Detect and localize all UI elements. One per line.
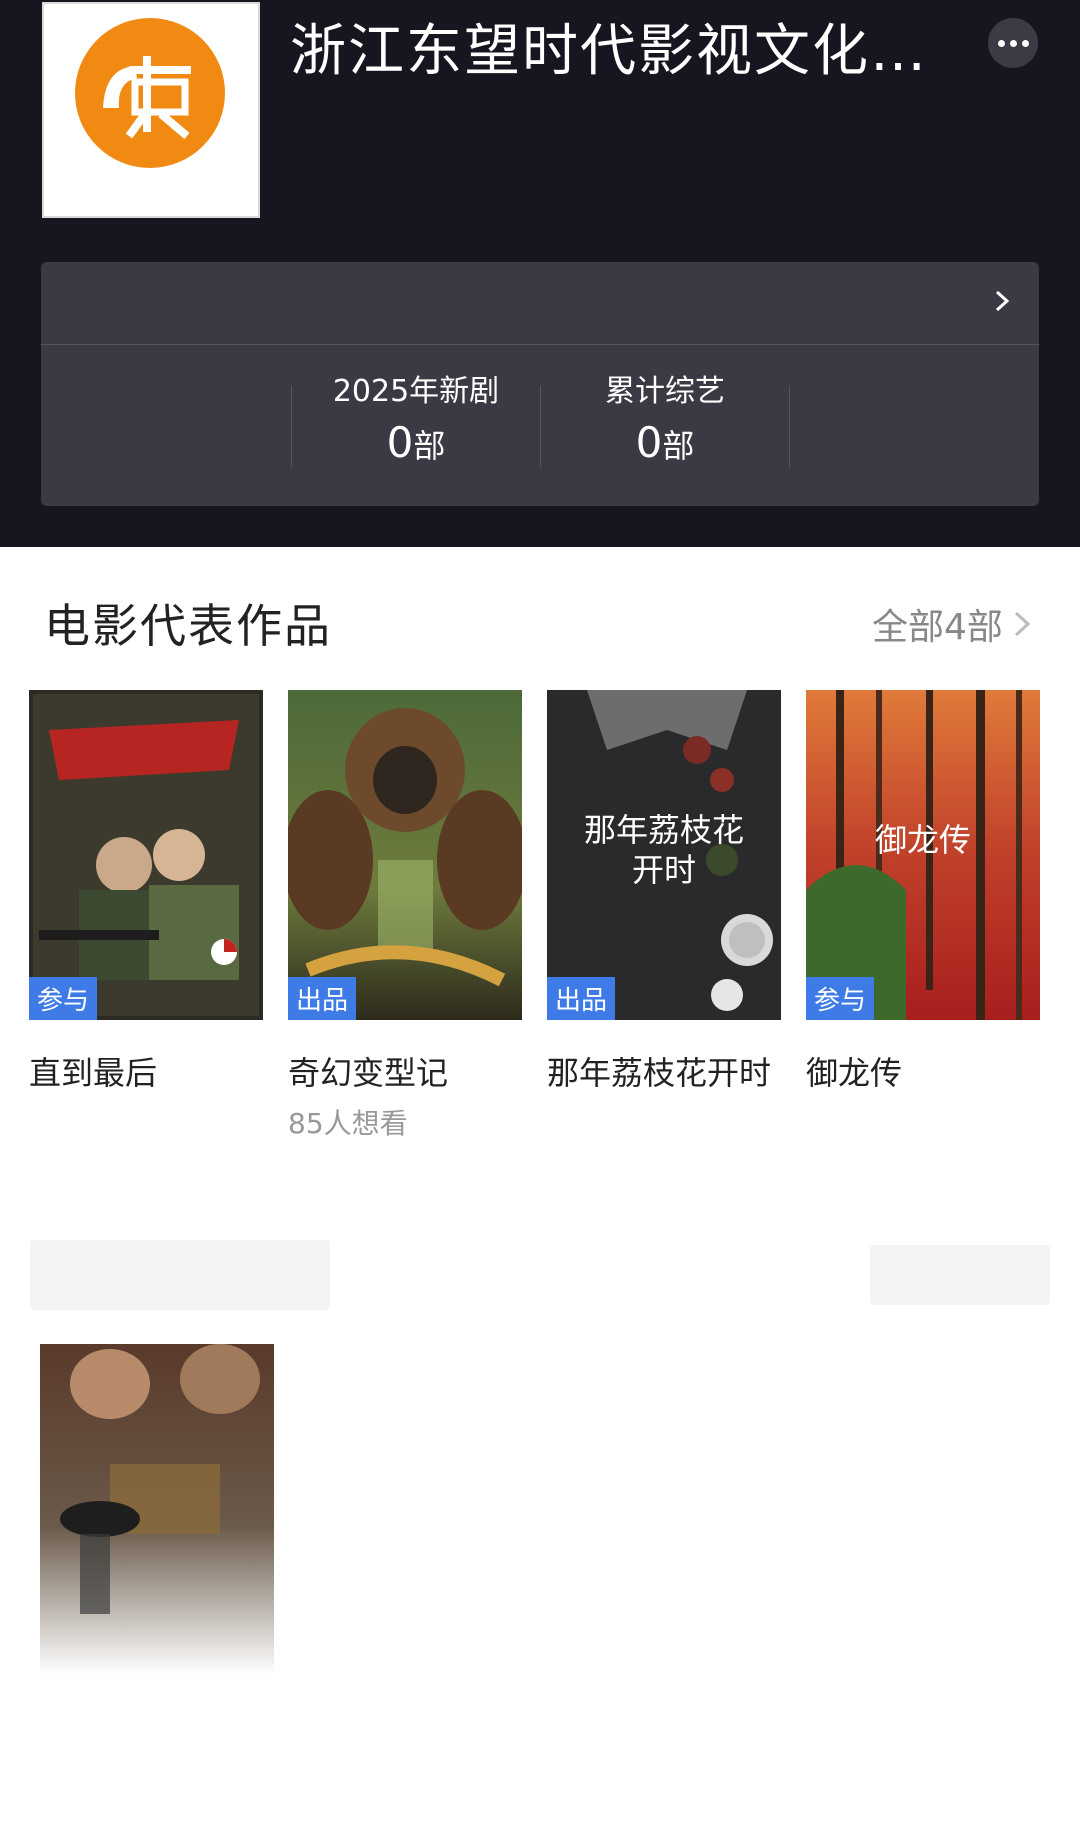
stat-new-dramas[interactable]: 2025年新剧 0部 bbox=[291, 366, 541, 467]
poster-title: 那年荔枝花 开时 bbox=[583, 811, 744, 889]
more-dots-icon[interactable] bbox=[988, 18, 1038, 68]
film-card[interactable]: 御龙传 参与 御龙传 bbox=[806, 690, 1040, 1094]
poster-image bbox=[40, 1344, 274, 1674]
film-title: 那年荔枝花开时 bbox=[547, 1054, 772, 1092]
film-card[interactable]: 参与 直到最后 bbox=[29, 690, 263, 1094]
stat-label: 2025年新剧 bbox=[332, 374, 500, 409]
stats-panel: 2025年新剧 0部 累计综艺 0部 bbox=[41, 262, 1039, 506]
stats-row: 2025年新剧 0部 累计综艺 0部 bbox=[41, 346, 1039, 506]
role-badge: 参与 bbox=[806, 977, 875, 1020]
section-title: 电影代表作品 bbox=[44, 599, 332, 653]
panel-summary-row[interactable] bbox=[41, 262, 1039, 345]
film-poster[interactable]: 那年荔枝花 开时 出品 bbox=[547, 690, 781, 1020]
stat-value: 0部 bbox=[291, 418, 541, 467]
stat-label: 累计综艺 bbox=[605, 374, 725, 409]
poster-image bbox=[29, 690, 263, 1020]
chevron-right-icon bbox=[995, 290, 1010, 312]
film-poster[interactable]: 御龙传 参与 bbox=[806, 690, 1040, 1020]
orange-circle-logo-icon bbox=[75, 18, 225, 168]
skeleton-block bbox=[30, 1240, 330, 1310]
stat-unit: 部 bbox=[662, 427, 695, 465]
company-name: 浙江东望时代影视文化有... bbox=[290, 19, 960, 84]
film-title: 奇幻变型记 bbox=[288, 1054, 449, 1092]
film-card[interactable]: 出品 奇幻变型记 85人想看 bbox=[288, 690, 522, 1142]
stat-number: 0 bbox=[386, 418, 414, 467]
film-title: 直到最后 bbox=[29, 1054, 158, 1092]
stat-number: 0 bbox=[635, 418, 663, 467]
film-poster[interactable]: 参与 bbox=[29, 690, 263, 1020]
stat-divider bbox=[789, 386, 790, 468]
role-badge: 参与 bbox=[29, 977, 98, 1020]
film-card[interactable]: 那年荔枝花 开时 出品 那年荔枝花开时 bbox=[547, 690, 781, 1094]
poster-title: 御龙传 bbox=[874, 821, 971, 859]
role-badge: 出品 bbox=[547, 977, 616, 1020]
film-title: 御龙传 bbox=[806, 1054, 903, 1092]
all-films-link[interactable]: 全部4部 bbox=[872, 598, 1037, 650]
stat-value: 0部 bbox=[540, 418, 790, 467]
poster-image bbox=[288, 690, 522, 1020]
skeleton-block bbox=[870, 1245, 1050, 1305]
film-poster[interactable]: 出品 bbox=[288, 690, 522, 1020]
company-logo bbox=[42, 2, 260, 218]
chevron-right-icon bbox=[1014, 611, 1031, 637]
all-films-label: 全部4部 bbox=[872, 607, 1003, 648]
stat-unit: 部 bbox=[413, 427, 446, 465]
film-want-count: 85人想看 bbox=[288, 1107, 408, 1140]
company-header: 浙江东望时代影视文化有... 2025年新剧 0部 累计综艺 0部 bbox=[0, 0, 1080, 547]
film-poster[interactable] bbox=[40, 1344, 274, 1674]
role-badge: 出品 bbox=[288, 977, 357, 1020]
stat-variety-total[interactable]: 累计综艺 0部 bbox=[540, 366, 790, 467]
